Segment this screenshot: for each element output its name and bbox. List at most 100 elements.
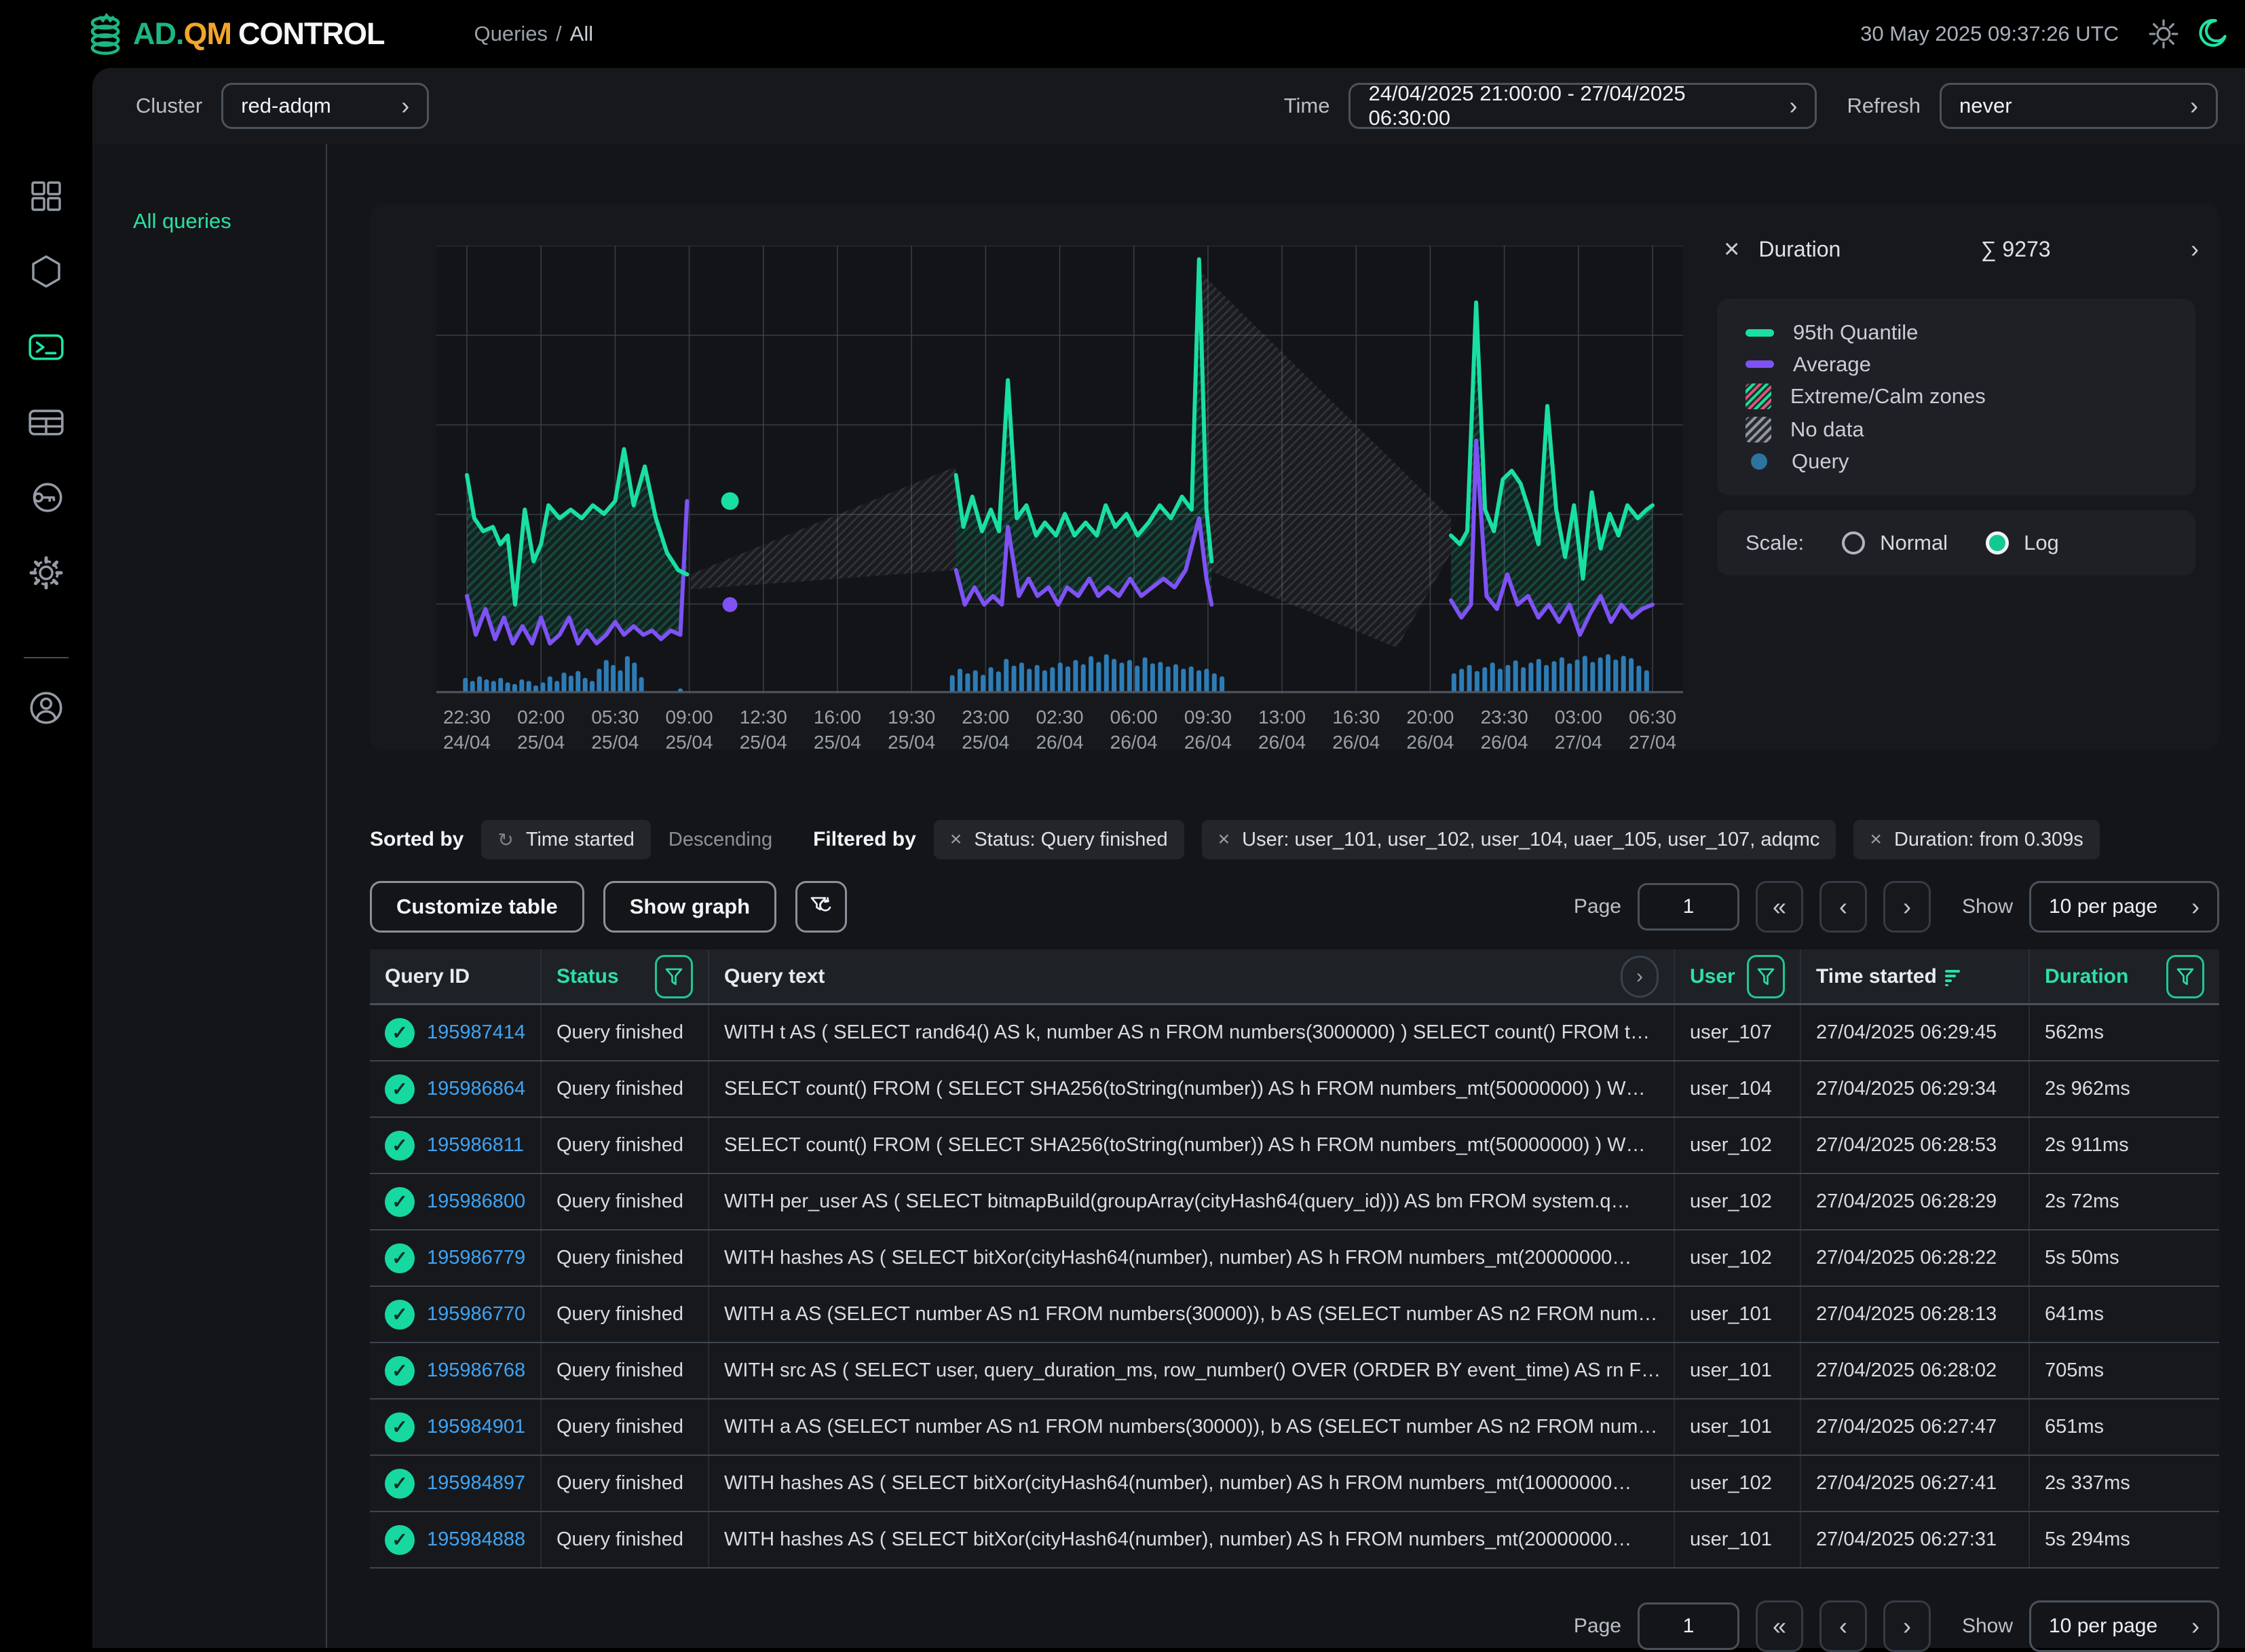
scale-option-log[interactable]: Log [1986, 531, 2059, 555]
status-cell: Query finished [540, 1400, 708, 1454]
table-row[interactable]: ✓ 195986864 Query finished SELECT count() F… [370, 1062, 2219, 1118]
brand-logo[interactable]: AD. QM CONTROL [87, 12, 385, 56]
legend-item-no-data[interactable]: No data [1746, 416, 2167, 443]
col-header-user[interactable]: User [1674, 950, 1800, 1003]
per-page-select[interactable]: 10 per page › [2029, 881, 2219, 933]
sidebar-item-profile[interactable] [26, 688, 66, 728]
col-header-query-id[interactable]: Query ID [370, 950, 540, 1003]
filter-chip-user[interactable]: × User: user_101, user_102, user_104, ua… [1201, 820, 1836, 859]
sidebar-item-dashboard[interactable] [26, 176, 66, 216]
sidebar-item-settings[interactable] [26, 553, 66, 593]
nav-all-queries[interactable]: All queries [133, 209, 231, 233]
status-cell: Query finished [540, 1231, 708, 1285]
prev-page-button[interactable]: ‹ [1819, 881, 1867, 933]
query-text-expand-button[interactable]: › [1621, 955, 1659, 998]
query-id-link[interactable]: 195986770 [427, 1303, 525, 1326]
close-icon[interactable]: × [1870, 828, 1882, 851]
prev-page-button[interactable]: ‹ [1819, 1600, 1867, 1652]
time-started-cell: 27/04/2025 06:27:47 [1800, 1400, 2029, 1454]
query-id-link[interactable]: 195986779 [427, 1247, 525, 1269]
sidebar-item-tables[interactable] [26, 402, 66, 442]
query-id-link[interactable]: 195984901 [427, 1416, 525, 1438]
sidebar-item-nodes[interactable] [26, 252, 66, 291]
sidebar-item-queries[interactable] [26, 327, 66, 367]
per-page-select[interactable]: 10 per page › [2029, 1600, 2219, 1652]
query-id-cell: ✓ 195984901 [370, 1400, 540, 1454]
query-id-link[interactable]: 195986800 [427, 1190, 525, 1213]
first-page-button[interactable]: « [1755, 881, 1803, 933]
dark-theme-moon-icon[interactable] [2196, 18, 2227, 50]
table-row[interactable]: ✓ 195986811 Query finished SELECT count() F… [370, 1118, 2219, 1174]
scale-option-label: Log [2024, 531, 2059, 555]
col-header-status[interactable]: Status [540, 950, 708, 1003]
query-id-link[interactable]: 195984897 [427, 1472, 525, 1495]
duration-cell: 2s 72ms [2029, 1174, 2219, 1229]
close-icon[interactable]: × [950, 828, 962, 851]
user-cell: user_104 [1674, 1062, 1800, 1116]
status-check-icon: ✓ [385, 1299, 415, 1330]
sidebar-item-access[interactable] [26, 478, 66, 517]
close-icon[interactable]: × [1724, 236, 1739, 263]
page-input[interactable] [1637, 1602, 1739, 1650]
table-row[interactable]: ✓ 195984901 Query finished WITH a AS (SELEC… [370, 1400, 2219, 1456]
radio-checked-icon[interactable] [1986, 531, 2010, 555]
query-id-link[interactable]: 195986864 [427, 1078, 525, 1100]
table-row[interactable]: ✓ 195986770 Query finished WITH a AS (SELEC… [370, 1287, 2219, 1343]
legend-item-95th-quantile[interactable]: 95th Quantile [1746, 320, 2167, 345]
col-header-query-text[interactable]: Query text › [708, 950, 1674, 1003]
customize-table-button[interactable]: Customize table [370, 881, 584, 933]
legend-label: Query [1792, 449, 1849, 473]
table-icon [29, 409, 64, 436]
query-text-cell: WITH hashes AS ( SELECT bitXor(cityHash6… [708, 1231, 1674, 1285]
table-row[interactable]: ✓ 195984888 Query finished WITH hashes AS (… [370, 1512, 2219, 1569]
filter-chip-duration[interactable]: × Duration: from 0.309s [1853, 820, 2100, 859]
status-filter-button[interactable] [655, 954, 693, 998]
query-text-cell: WITH hashes AS ( SELECT bitXor(cityHash6… [708, 1456, 1674, 1511]
query-id-cell: ✓ 195987414 [370, 1005, 540, 1060]
status-check-icon: ✓ [385, 1186, 415, 1217]
reset-filters-button[interactable] [795, 881, 848, 933]
next-page-button[interactable]: › [1883, 1600, 1931, 1652]
cluster-select[interactable]: red-adqm › [221, 83, 430, 129]
table-row[interactable]: ✓ 195984897 Query finished WITH hashes AS (… [370, 1456, 2219, 1512]
next-page-button[interactable]: › [1883, 881, 1931, 933]
sort-direction[interactable]: Descending [668, 829, 772, 851]
refresh-circle-icon: ↻ [497, 829, 514, 850]
refresh-select[interactable]: never › [1940, 83, 2218, 129]
radio-unchecked-icon[interactable] [1842, 531, 1866, 555]
chevron-right-icon[interactable]: › [2191, 235, 2199, 263]
table-row[interactable]: ✓ 195987414 Query finished WITH t AS ( SELE… [370, 1005, 2219, 1062]
sidebar [0, 68, 92, 1648]
legend-item-query[interactable]: Query [1746, 449, 2167, 474]
scale-option-normal[interactable]: Normal [1842, 531, 1948, 555]
table-row[interactable]: ✓ 195986779 Query finished WITH hashes AS (… [370, 1231, 2219, 1287]
page-input[interactable] [1637, 883, 1739, 931]
table-row[interactable]: ✓ 195986768 Query finished WITH src AS ( SE… [370, 1343, 2219, 1400]
col-header-duration[interactable]: Duration [2029, 950, 2219, 1003]
query-text-cell: SELECT count() FROM ( SELECT SHA256(toSt… [708, 1118, 1674, 1173]
query-id-link[interactable]: 195984888 [427, 1528, 525, 1551]
legend-item-average[interactable]: Average [1746, 352, 2167, 377]
x-axis-tick: 03:00 27/04 [1554, 707, 1602, 753]
duration-chart[interactable] [436, 245, 1683, 694]
table-row[interactable]: ✓ 195986800 Query finished WITH per_user AS… [370, 1174, 2219, 1231]
light-theme-sun-icon[interactable] [2149, 19, 2178, 49]
sort-chip[interactable]: ↻ Time started [481, 820, 651, 859]
time-range-select[interactable]: 24/04/2025 21:00:00 - 27/04/2025 06:30:0… [1348, 81, 1817, 130]
show-graph-button[interactable]: Show graph [603, 881, 777, 933]
first-page-button[interactable]: « [1755, 1600, 1803, 1652]
user-filter-button[interactable] [1747, 954, 1785, 998]
breadcrumb[interactable]: Queries / All [474, 22, 593, 46]
duration-filter-button[interactable] [2166, 954, 2204, 998]
time-started-cell: 27/04/2025 06:28:53 [1800, 1118, 2029, 1173]
filter-chip-status[interactable]: × Status: Query finished [933, 820, 1184, 859]
legend-item-zones[interactable]: Extreme/Calm zones [1746, 383, 2167, 409]
time-started-cell: 27/04/2025 06:29:45 [1800, 1005, 2029, 1060]
col-header-time-started[interactable]: Time started [1800, 950, 2029, 1003]
x-axis-tick: 06:30 27/04 [1628, 707, 1677, 753]
breadcrumb-section[interactable]: Queries [474, 22, 548, 46]
close-icon[interactable]: × [1218, 828, 1230, 851]
query-id-link[interactable]: 195986811 [427, 1134, 524, 1157]
query-id-link[interactable]: 195986768 [427, 1359, 525, 1382]
query-id-link[interactable]: 195987414 [427, 1021, 525, 1044]
